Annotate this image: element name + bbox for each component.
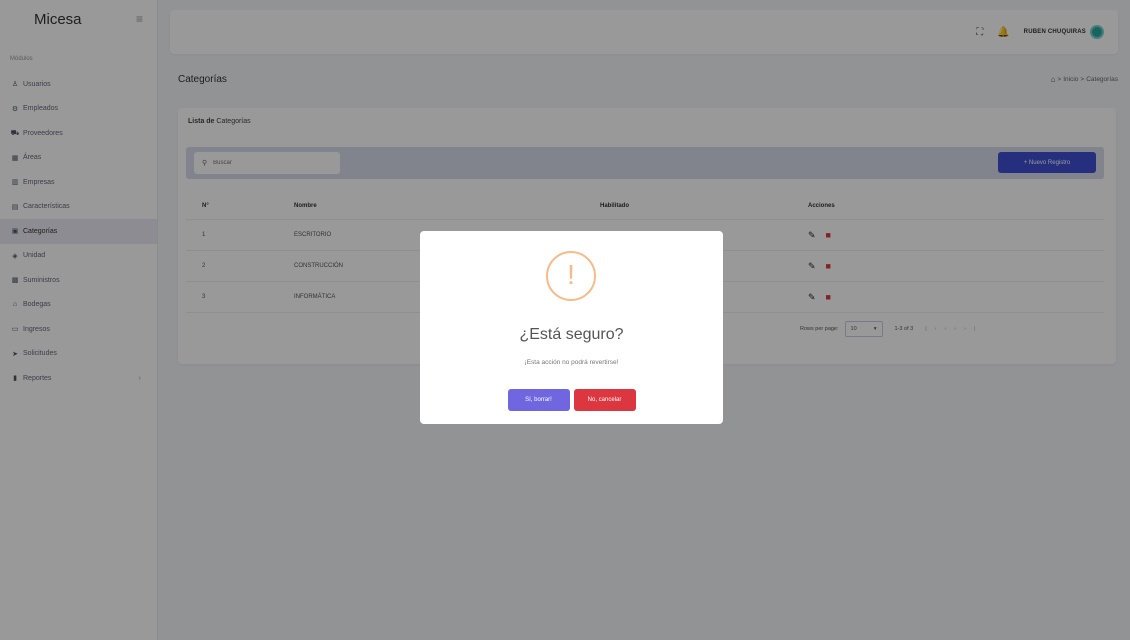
dialog-actions: Sí, borrar! No, cancelar — [420, 389, 723, 411]
warning-icon: ! — [546, 251, 596, 301]
confirm-dialog: ! ¿Está seguro? ¡Esta acción no podrá re… — [420, 231, 723, 424]
cancel-button[interactable]: No, cancelar — [573, 389, 636, 411]
dialog-title: ¿Está seguro? — [519, 326, 624, 343]
dialog-text: ¡Esta acción no podrá revertirse! — [524, 359, 619, 366]
confirm-delete-button[interactable]: Sí, borrar! — [507, 389, 570, 411]
